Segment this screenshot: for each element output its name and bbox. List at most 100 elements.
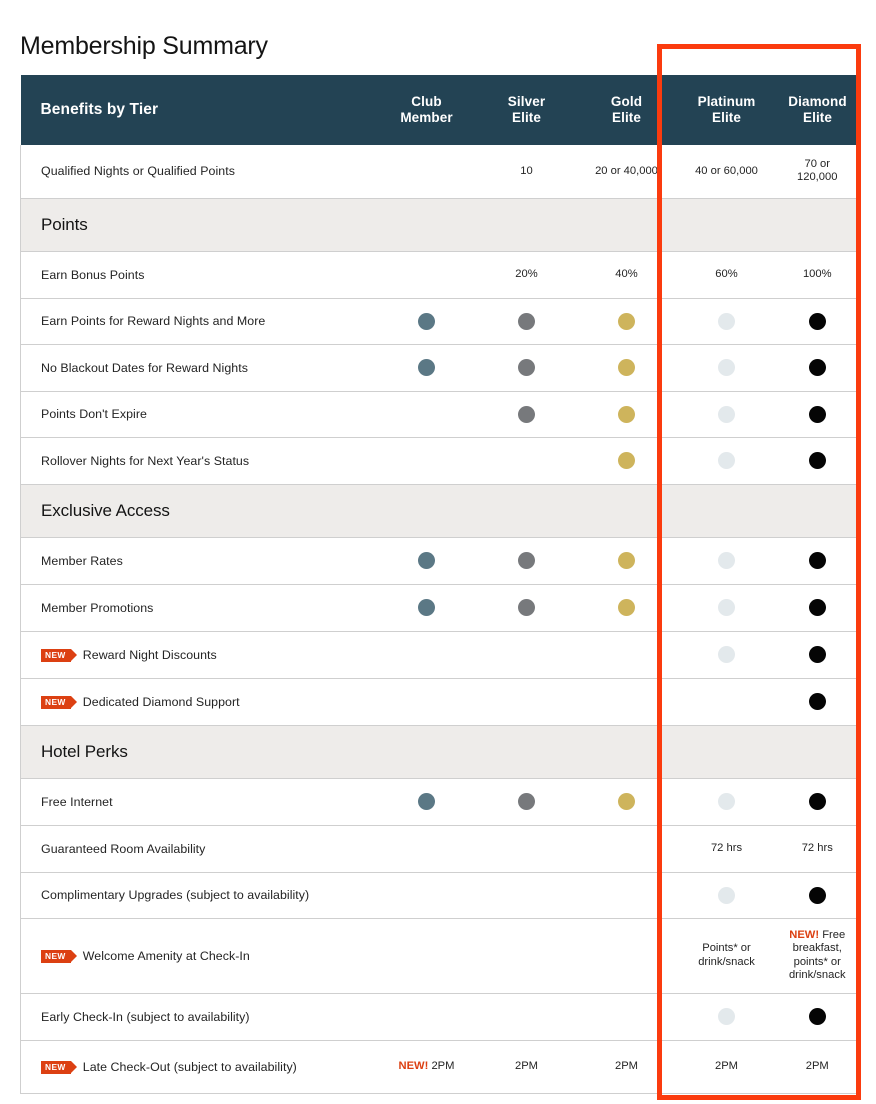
benefit-label-text: Qualified Nights or Qualified Points <box>41 164 235 179</box>
benefit-dot-icon <box>718 599 735 616</box>
cell-value-text: 60% <box>715 267 738 280</box>
benefits-table-wrapper: Benefits by Tier Club Member Silver Elit… <box>20 75 859 1094</box>
cell-diamond-elite <box>776 872 859 919</box>
benefit-dot-icon <box>618 552 635 569</box>
cell-platinum-elite <box>676 391 777 438</box>
benefit-label-text: Member Promotions <box>41 600 154 615</box>
benefit-label-cell: Guaranteed Room Availability <box>20 825 377 873</box>
benefit-label-cell: NEW Welcome Amenity at Check-In <box>20 918 377 994</box>
benefit-label-cell: Points Don't Expire <box>20 391 377 438</box>
table-row: Free Internet <box>20 778 859 826</box>
table-row: Member Promotions <box>20 584 859 632</box>
benefit-label-text: Dedicated Diamond Support <box>82 694 240 709</box>
benefit-dot-icon <box>518 312 535 330</box>
benefit-dot-icon <box>618 312 635 330</box>
cell-value-text: 2PM <box>805 1059 829 1072</box>
tier-name-line1: Gold <box>610 94 643 109</box>
cell-value-text: 10 <box>520 164 533 177</box>
cell-club-member <box>376 918 477 994</box>
benefit-dot-icon <box>618 405 635 423</box>
cell-club-member <box>376 251 477 299</box>
cell-value-text: 2PM <box>714 1059 738 1072</box>
table-row: NEW Reward Night Discounts <box>20 631 859 679</box>
new-badge-icon: NEW <box>41 1060 77 1074</box>
table-row: NEW Dedicated Diamond Support <box>20 678 859 726</box>
cell-club-member <box>376 778 477 826</box>
cell-value-text: Points* or drink/snack <box>698 942 755 968</box>
column-header-platinum-elite: Platinum Elite <box>676 75 777 145</box>
table-row: Qualified Nights or Qualified Points 10 20… <box>20 145 859 199</box>
section-title: Points <box>20 197 377 252</box>
cell-platinum-elite <box>676 344 777 392</box>
benefit-dot-icon <box>518 793 535 810</box>
section-spacer-gold-elite <box>576 197 677 252</box>
cell-platinum-elite: Points* or drink/snack <box>676 918 777 994</box>
cell-silver-elite <box>476 993 577 1041</box>
cell-diamond-elite <box>776 778 859 826</box>
new-inline-label: NEW! <box>398 1059 429 1072</box>
benefit-label-text: Earn Points for Reward Nights and More <box>41 314 266 328</box>
benefit-dot-icon <box>718 405 735 423</box>
section-spacer-silver-elite <box>476 724 577 779</box>
cell-platinum-elite <box>676 778 777 826</box>
benefit-label-text: Early Check-In (subject to availability) <box>41 1009 250 1024</box>
cell-club-member <box>376 872 477 919</box>
benefit-label-text: Earn Bonus Points <box>41 267 145 282</box>
section-spacer-platinum-elite <box>676 483 777 538</box>
cell-gold-elite <box>576 631 677 679</box>
cell-diamond-elite: 72 hrs <box>776 825 859 873</box>
cell-platinum-elite <box>676 537 777 585</box>
section-spacer-platinum-elite <box>676 724 777 779</box>
cell-club-member <box>376 145 477 199</box>
section-title: Hotel Perks <box>20 724 377 779</box>
cell-silver-elite <box>476 778 577 826</box>
cell-platinum-elite <box>676 584 777 632</box>
table-row: Early Check-In (subject to availability) <box>20 993 859 1041</box>
cell-diamond-elite <box>776 584 859 632</box>
cell-value-text: 20 or 40,000 <box>595 164 658 177</box>
benefit-label-text: Reward Night Discounts <box>82 647 217 662</box>
benefit-label-cell: Earn Bonus Points <box>20 251 377 299</box>
cell-diamond-elite: NEW! Free breakfast, points* or drink/snack <box>776 918 859 994</box>
benefit-dot-icon <box>718 1008 735 1025</box>
tier-name-line2: Elite <box>611 110 641 125</box>
benefit-dot-icon <box>418 793 435 810</box>
new-inline-label: NEW! <box>789 928 820 941</box>
benefit-dot-icon <box>718 552 735 569</box>
benefit-label-text: Rollover Nights for Next Year's Status <box>41 453 250 468</box>
benefit-dot-icon <box>518 405 535 423</box>
benefit-dot-icon <box>808 599 826 616</box>
cell-silver-elite <box>476 391 577 438</box>
section-spacer-gold-elite <box>576 483 677 538</box>
section-spacer-diamond-elite <box>776 483 859 538</box>
benefit-dot-icon <box>718 359 735 376</box>
table-row: Member Rates <box>20 537 859 585</box>
column-header-benefits: Benefits by Tier <box>20 75 377 145</box>
table-row: Rollover Nights for Next Year's Status <box>20 437 859 485</box>
cell-club-member <box>376 584 477 632</box>
benefit-dot-icon <box>518 552 535 569</box>
cell-silver-elite: 20% <box>476 251 577 299</box>
cell-gold-elite <box>576 778 677 826</box>
benefit-dot-icon <box>518 599 535 616</box>
cell-club-member <box>376 825 477 873</box>
benefit-dot-icon <box>718 646 735 663</box>
table-row: Points Don't Expire <box>20 391 859 438</box>
cell-value-text: 2PM <box>614 1059 638 1072</box>
cell-platinum-elite: 72 hrs <box>676 825 777 873</box>
benefit-dot-icon <box>418 359 435 376</box>
benefit-dot-icon <box>808 793 826 810</box>
cell-platinum-elite <box>676 437 777 485</box>
benefit-label-cell: Qualified Nights or Qualified Points <box>20 145 377 199</box>
cell-silver-elite: 2PM <box>476 1040 577 1094</box>
cell-silver-elite <box>476 678 577 726</box>
cell-gold-elite <box>576 918 677 994</box>
section-spacer-club-member <box>376 197 477 252</box>
table-row: No Blackout Dates for Reward Nights <box>20 344 859 392</box>
cell-diamond-elite: 2PM <box>776 1040 859 1094</box>
table-body: Qualified Nights or Qualified Points 10 20… <box>20 145 859 1094</box>
column-header-silver-elite: Silver Elite <box>476 75 577 145</box>
table-row: NEW Welcome Amenity at Check-In Points* or… <box>20 918 859 994</box>
benefit-dot-icon <box>618 359 635 376</box>
column-header-diamond-elite: Diamond Elite <box>776 75 859 145</box>
